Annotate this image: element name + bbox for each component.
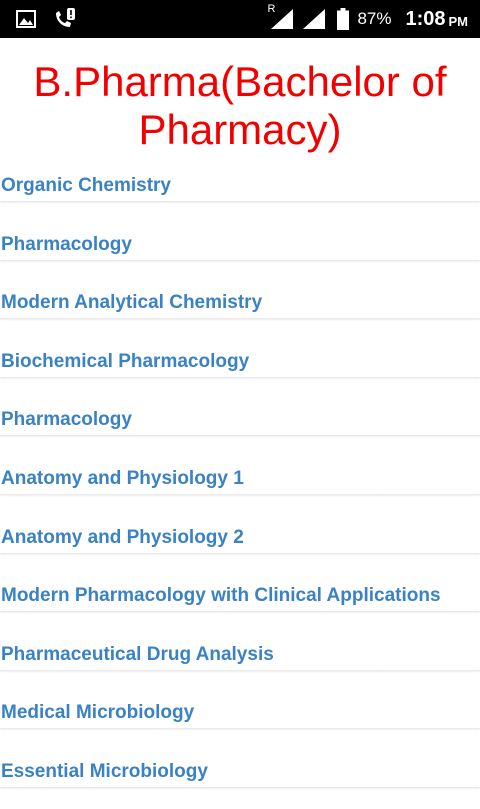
list-divider xyxy=(0,786,480,790)
list-divider xyxy=(0,318,480,322)
list-item-label: Essential Microbiology xyxy=(1,760,208,782)
list-item-label: Pharmaceutical Drug Analysis xyxy=(1,643,274,665)
subject-list: Organic Chemistry Pharmacology Modern An… xyxy=(0,164,480,809)
signal-icon xyxy=(303,9,326,29)
phone-alert-icon xyxy=(52,7,76,31)
battery-percentage: 87% xyxy=(357,9,392,28)
list-divider xyxy=(0,259,480,263)
roaming-signal-icon: R xyxy=(267,3,294,29)
list-item-label: Biochemical Pharmacology xyxy=(1,350,250,372)
list-item-label: Pharmacology xyxy=(1,233,132,255)
image-icon xyxy=(16,10,36,28)
list-item-modern-pharmacology-clinical[interactable]: Modern Pharmacology with Clinical Applic… xyxy=(0,574,480,633)
list-item-label: Organic Chemistry xyxy=(1,175,171,196)
list-item-label: Medical Microbiology xyxy=(1,702,195,724)
page-title: B.Pharma(Bachelor of Pharmacy) xyxy=(33,58,447,153)
list-item-medical-microbiology[interactable]: Medical Microbiology xyxy=(0,691,480,750)
list-item-label: Modern Analytical Chemistry xyxy=(1,292,263,314)
list-divider xyxy=(0,552,480,556)
list-item-label: Modern Pharmacology with Clinical Applic… xyxy=(1,585,441,607)
clock-ampm: PM xyxy=(448,13,469,29)
list-divider xyxy=(0,728,480,732)
list-divider xyxy=(0,376,480,380)
list-divider xyxy=(0,435,480,439)
clock: 1:08 xyxy=(405,7,446,30)
list-divider xyxy=(0,611,480,615)
list-item-pharmaceutical-drug-analysis[interactable]: Pharmaceutical Drug Analysis xyxy=(0,633,480,692)
list-item-label: Pharmacology xyxy=(1,409,132,431)
list-item-pharmacology-2[interactable]: Pharmacology xyxy=(0,398,480,457)
list-item-organic-chemistry[interactable]: Organic Chemistry xyxy=(0,164,480,223)
battery-icon xyxy=(337,8,350,30)
list-item-anatomy-physiology-2[interactable]: Anatomy and Physiology 2 xyxy=(0,516,480,575)
list-divider xyxy=(0,669,480,673)
list-item-modern-analytical-chemistry[interactable]: Modern Analytical Chemistry xyxy=(0,281,480,340)
list-item-label: Anatomy and Physiology 2 xyxy=(1,526,244,548)
list-item-anatomy-physiology-1[interactable]: Anatomy and Physiology 1 xyxy=(0,457,480,516)
list-item-label: Anatomy and Physiology 1 xyxy=(1,467,244,489)
roaming-letter: R xyxy=(267,3,276,15)
list-divider xyxy=(0,493,480,497)
list-item-pharmacology[interactable]: Pharmacology xyxy=(0,223,480,282)
list-divider xyxy=(0,201,480,204)
status-bar: R 87% 1:08 PM xyxy=(0,0,480,38)
list-item-biochemical-pharmacology[interactable]: Biochemical Pharmacology xyxy=(0,340,480,399)
